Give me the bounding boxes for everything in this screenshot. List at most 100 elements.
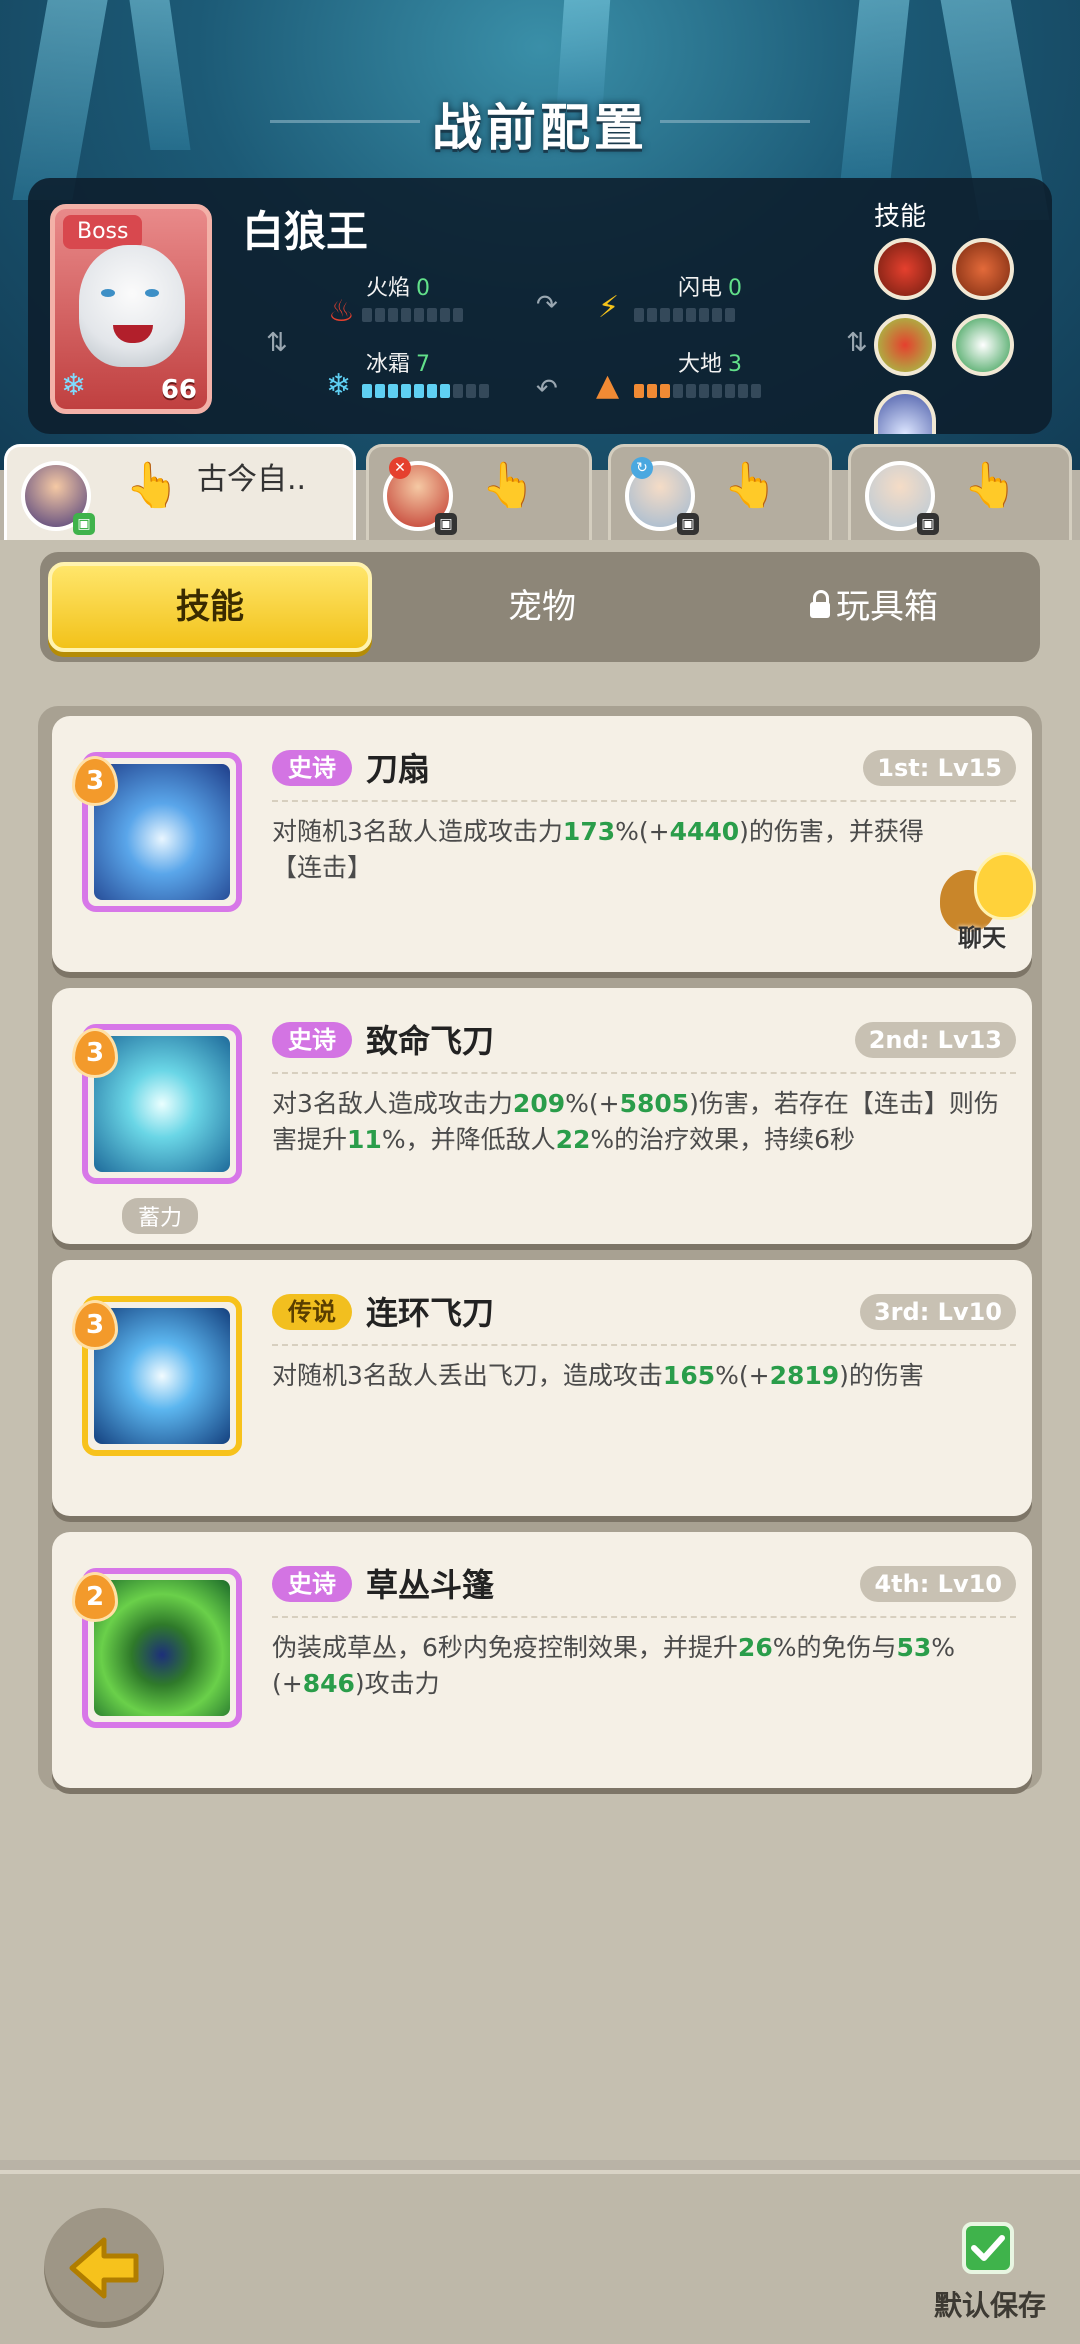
desc-text: )的伤害: [839, 1361, 924, 1390]
ice-icon: ❄: [326, 368, 352, 403]
lock-icon: [810, 590, 830, 618]
desc-text: %，并降低敌人: [381, 1125, 556, 1154]
skill-name: 刀扇: [366, 750, 431, 788]
fire-value: 0: [416, 276, 431, 301]
hero-name: 古今自..: [197, 462, 307, 497]
hand-tap-icon: 👆: [723, 460, 778, 511]
desc-highlight: 173: [562, 817, 616, 846]
lightning-bar: [634, 308, 735, 322]
divider: [272, 800, 1016, 802]
earth-icon: ▲: [596, 368, 620, 403]
skill-description: 对随机3名敌人造成攻击力173%(+4440)的伤害，并获得【连击】: [272, 814, 962, 886]
boss-skill-icon[interactable]: [874, 238, 936, 300]
ice-element-icon: ❄: [61, 368, 87, 403]
skill-card-4[interactable]: 2 史诗 草丛斗篷 4th: Lv10 伪装成草丛，6秒内免疫控制效果，并提升2…: [52, 1532, 1032, 1788]
desc-highlight: 846: [302, 1669, 355, 1698]
tab-toybox[interactable]: 玩具箱: [712, 562, 1036, 652]
divider: [272, 1344, 1016, 1346]
footer-bar: 默认保存: [0, 2170, 1080, 2344]
boss-info-panel: Boss ❄ 66 白狼王 火焰 0 ♨ 闪电 0 ⚡ 冰霜 7 ❄ 大地 3 ▲ ↷ …: [28, 178, 1052, 434]
divider: [272, 1616, 1016, 1618]
white-wolf-portrait: [79, 245, 185, 367]
chat-button[interactable]: 聊天: [940, 852, 1080, 960]
hero-level-badge: ▣: [435, 513, 457, 535]
desc-highlight: 5805: [619, 1089, 690, 1118]
desc-highlight: 2819: [769, 1361, 840, 1390]
skill-name: 连环飞刀: [366, 1294, 495, 1332]
back-arrow-icon: [69, 2237, 139, 2299]
ice-value: 7: [416, 352, 431, 377]
desc-text: %的治疗效果，持续6秒: [590, 1125, 856, 1154]
hero-tab-3[interactable]: ▣ ↻ 👆: [608, 444, 832, 542]
desc-text: 对3名敌人造成攻击力: [272, 1089, 513, 1118]
chat-label: 聊天: [958, 924, 1006, 952]
rarity-badge: 传说: [272, 1294, 352, 1330]
skill-rank: 3rd: Lv10: [859, 1294, 1016, 1330]
desc-highlight: 209: [512, 1089, 566, 1118]
desc-highlight: 26: [737, 1633, 773, 1662]
hand-tap-icon: 👆: [125, 460, 180, 511]
wolf-mouth: [113, 325, 153, 343]
earth-label: 大地: [678, 352, 723, 377]
hero-status-icon: ✕: [389, 457, 411, 479]
divider: [272, 1072, 1016, 1074]
boss-portrait-card[interactable]: Boss ❄ 66: [50, 204, 212, 414]
desc-text: %的免伤与: [772, 1633, 897, 1662]
lightning-stat-label: 闪电 0: [678, 270, 742, 302]
default-save-label: 默认保存: [934, 2289, 1047, 2322]
swap-arrow-icon: ⇅: [266, 328, 288, 358]
skill-rank: 4th: Lv10: [860, 1566, 1016, 1602]
hero-level-badge: ▣: [917, 513, 939, 535]
checkmark-icon: [971, 2235, 1005, 2261]
wolf-eye: [101, 289, 115, 297]
rarity-badge: 史诗: [272, 1566, 352, 1602]
hero-tab-4[interactable]: ▣ 👆: [848, 444, 1072, 542]
boss-level: 66: [160, 375, 197, 405]
hero-level-badge: ▣: [73, 513, 95, 535]
desc-text: %(+: [565, 1089, 620, 1118]
swap-arrow-icon: ⇅: [846, 328, 868, 358]
desc-text: 对随机3名敌人丢出飞刀，造成攻击: [272, 1361, 663, 1390]
boss-tag: Boss: [63, 215, 143, 249]
swap-arrow-icon: ↷: [536, 290, 558, 320]
skill-card-1[interactable]: 3 史诗 刀扇 1st: Lv15 对随机3名敌人造成攻击力173%(+4440…: [52, 716, 1032, 972]
desc-text: )攻击力: [354, 1669, 440, 1698]
boss-skills-label: 技能: [874, 202, 927, 232]
rarity-badge: 史诗: [272, 1022, 352, 1058]
skill-description: 伪装成草丛，6秒内免疫控制效果，并提升26%的免伤与53%(+846)攻击力: [272, 1630, 1008, 1702]
back-button[interactable]: [44, 2208, 164, 2328]
chat-bubble-icon: [974, 852, 1036, 920]
swap-arrow-icon: ↶: [536, 374, 558, 404]
charge-tag: 蓄力: [122, 1198, 199, 1234]
wolf-eye: [145, 289, 159, 297]
fire-stat-label: 火焰 0: [366, 270, 430, 302]
boss-skill-icon[interactable]: [952, 238, 1014, 300]
desc-highlight: 165: [662, 1361, 716, 1390]
desc-highlight: 22: [555, 1125, 591, 1154]
page-title: 战前配置: [432, 99, 648, 157]
category-tab-bar: 技能 宠物 玩具箱: [40, 552, 1040, 662]
skill-rank: 1st: Lv15: [863, 750, 1016, 786]
desc-text: 对随机3名敌人造成攻击力: [272, 817, 563, 846]
boss-skill-icon[interactable]: [874, 390, 936, 434]
tab-skills[interactable]: 技能: [48, 562, 372, 652]
skill-card-3[interactable]: 3 传说 连环飞刀 3rd: Lv10 对随机3名敌人丢出飞刀，造成攻击165%…: [52, 1260, 1032, 1516]
boss-skill-icon[interactable]: [952, 314, 1014, 376]
hero-tab-2[interactable]: ▣ ✕ 👆: [366, 444, 592, 542]
desc-highlight: 11: [347, 1125, 382, 1154]
ice-bar: [362, 384, 489, 398]
tab-toybox-label: 玩具箱: [836, 587, 938, 627]
fire-icon: ♨: [328, 294, 355, 329]
lightning-value: 0: [728, 276, 743, 301]
hand-tap-icon: 👆: [481, 460, 536, 511]
skill-card-2[interactable]: 3 蓄力 史诗 致命飞刀 2nd: Lv13 对3名敌人造成攻击力209%(+5…: [52, 988, 1032, 1244]
skill-name: 草丛斗篷: [366, 1566, 495, 1604]
tab-pets[interactable]: 宠物: [380, 562, 704, 652]
default-save-checkbox[interactable]: [962, 2222, 1014, 2274]
skill-rank: 2nd: Lv13: [854, 1022, 1016, 1058]
lightning-label: 闪电: [678, 276, 723, 301]
earth-stat-label: 大地 3: [678, 346, 742, 378]
boss-skill-icon[interactable]: [874, 314, 936, 376]
earth-bar: [634, 384, 761, 398]
hero-tab-1[interactable]: ▣ 👆 古今自..: [4, 444, 356, 542]
